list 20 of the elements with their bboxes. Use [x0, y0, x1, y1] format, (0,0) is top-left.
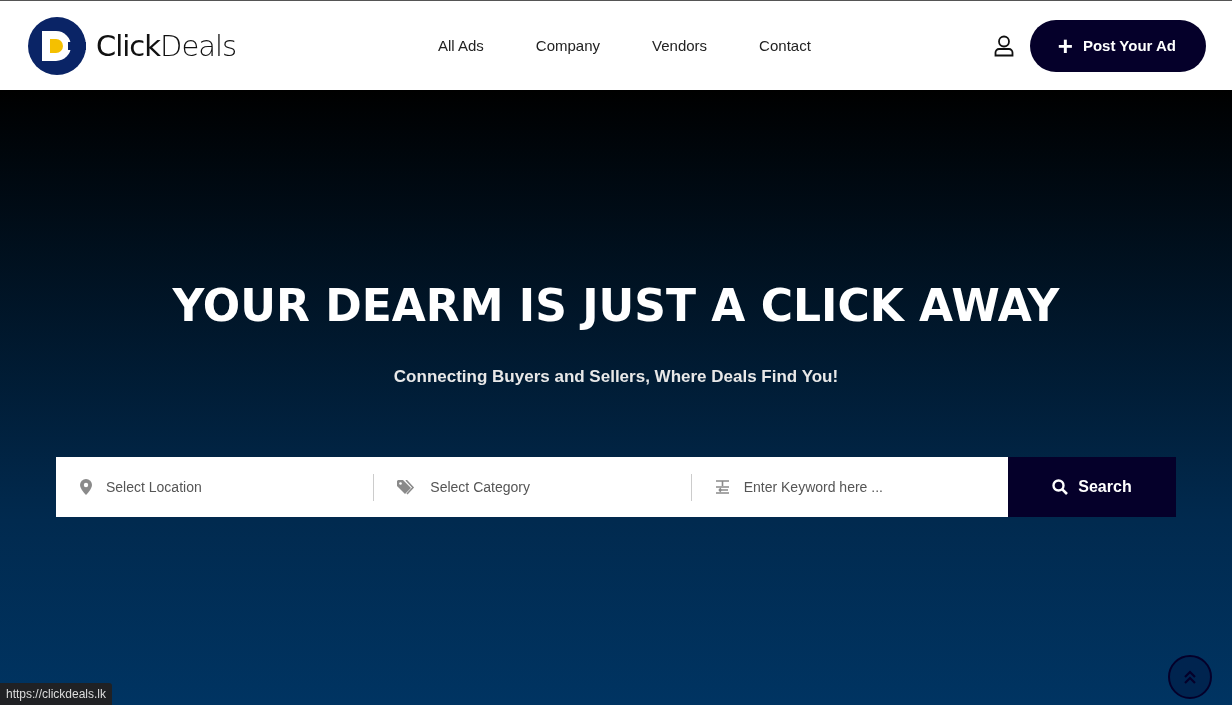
- chevrons-up-icon: [1184, 670, 1196, 684]
- logo-text[interactable]: ClickDeals: [96, 28, 237, 63]
- logo-icon[interactable]: [28, 16, 86, 75]
- nav-link[interactable]: Contact: [759, 37, 811, 54]
- tags-icon: [397, 479, 417, 495]
- nav-link[interactable]: Company: [535, 37, 601, 54]
- nav-link[interactable]: Vendors: [652, 37, 708, 54]
- text-icon: [714, 480, 730, 494]
- hero-subtitle: Connecting Buyers and Sellers, Where Deals Find You!: [393, 367, 839, 387]
- status-url: https://clickdeals.lk: [0, 683, 113, 705]
- hero-title: YOUR DEARM IS JUST A CLICK AWAY: [172, 280, 1060, 331]
- search-button[interactable]: Search: [1008, 457, 1176, 517]
- search-field[interactable]: Select Category: [428, 478, 633, 496]
- map-pin-icon: [80, 479, 92, 495]
- nav-link[interactable]: All Ads: [438, 37, 484, 54]
- search-field[interactable]: Enter Keyword here ...: [741, 478, 946, 496]
- search-icon: [1052, 479, 1069, 495]
- user-icon[interactable]: [993, 34, 1014, 57]
- search-field[interactable]: Select Location: [104, 478, 308, 496]
- post-ad-button[interactable]: + Post Your Ad: [1029, 19, 1206, 72]
